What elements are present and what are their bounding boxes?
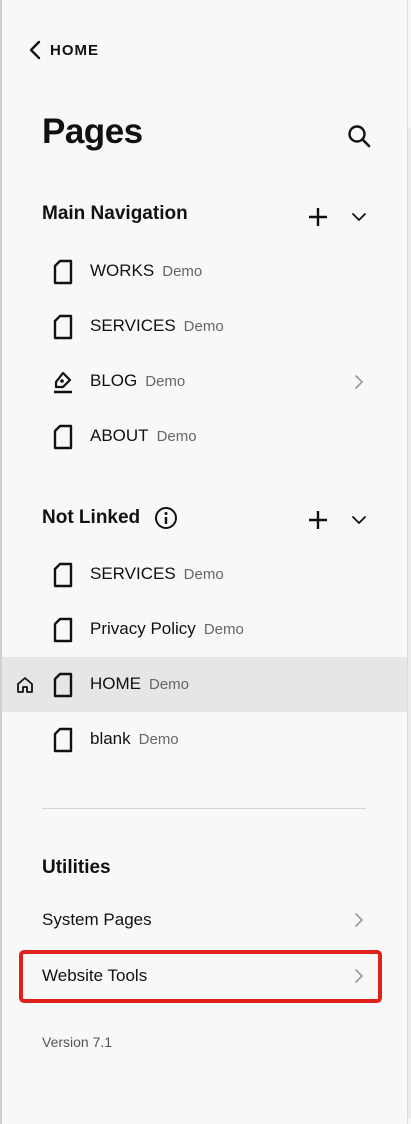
add-page-not-linked-button[interactable]	[306, 508, 330, 532]
page-title: HOME	[90, 674, 141, 693]
demo-badge: Demo	[183, 566, 224, 583]
not-linked-heading: Not Linked	[42, 506, 178, 530]
page-icon	[53, 424, 73, 450]
back-label: HOME	[50, 41, 99, 59]
search-icon[interactable]	[346, 123, 372, 149]
page-item-services-unlinked[interactable]: SERVICES Demo	[2, 547, 407, 602]
demo-badge: Demo	[156, 428, 197, 445]
page-icon	[53, 259, 73, 285]
page-item-works[interactable]: WORKS Demo	[2, 244, 407, 299]
page-title: SERVICES	[90, 316, 176, 335]
chevron-right-icon[interactable]	[354, 374, 364, 390]
demo-badge: Demo	[145, 373, 186, 390]
home-icon	[17, 677, 33, 693]
page-item-privacy-policy[interactable]: Privacy Policy Demo	[2, 602, 407, 657]
info-icon[interactable]	[154, 506, 178, 530]
collapse-main-navigation-chevron-icon[interactable]	[350, 210, 368, 224]
demo-badge: Demo	[149, 676, 190, 693]
page-item-blog[interactable]: BLOG Demo	[2, 354, 407, 409]
page-title: Privacy Policy	[90, 619, 196, 638]
page-title: SERVICES	[90, 564, 176, 583]
demo-badge: Demo	[138, 731, 179, 748]
page-item-home[interactable]: HOME Demo	[2, 657, 407, 712]
main-navigation-heading-label: Main Navigation	[42, 203, 188, 224]
system-pages-link[interactable]: System Pages	[42, 902, 364, 938]
page-icon	[53, 727, 73, 753]
page-item-services[interactable]: SERVICES Demo	[2, 299, 407, 354]
scrollbar-thumb[interactable]	[407, 128, 411, 1118]
page-title: Pages	[42, 112, 143, 151]
page-icon	[53, 314, 73, 340]
demo-badge: Demo	[162, 263, 203, 280]
page-title: blank	[90, 729, 131, 748]
section-divider	[42, 808, 366, 809]
back-to-home-link[interactable]: HOME	[28, 40, 99, 60]
not-linked-heading-label: Not Linked	[42, 507, 141, 528]
version-label: Version 7.1	[42, 1034, 113, 1050]
page-title: WORKS	[90, 261, 155, 280]
demo-badge: Demo	[203, 621, 244, 638]
main-navigation-heading: Main Navigation	[42, 203, 188, 225]
collapse-not-linked-chevron-icon[interactable]	[350, 513, 368, 527]
chevron-right-icon	[355, 913, 363, 927]
page-icon	[53, 562, 73, 588]
page-icon	[53, 617, 73, 643]
utilities-heading: Utilities	[42, 857, 111, 878]
page-title: ABOUT	[90, 426, 149, 445]
page-title: BLOG	[90, 371, 138, 390]
page-item-about[interactable]: ABOUT Demo	[2, 409, 407, 464]
blog-icon	[54, 371, 72, 394]
website-tools-highlight-box	[19, 950, 382, 1003]
chevron-left-icon	[29, 40, 41, 60]
page-icon	[53, 672, 73, 698]
add-page-main-navigation-button[interactable]	[306, 205, 330, 229]
demo-badge: Demo	[183, 318, 224, 335]
system-pages-label: System Pages	[42, 910, 152, 929]
page-item-blank[interactable]: blank Demo	[2, 712, 407, 767]
